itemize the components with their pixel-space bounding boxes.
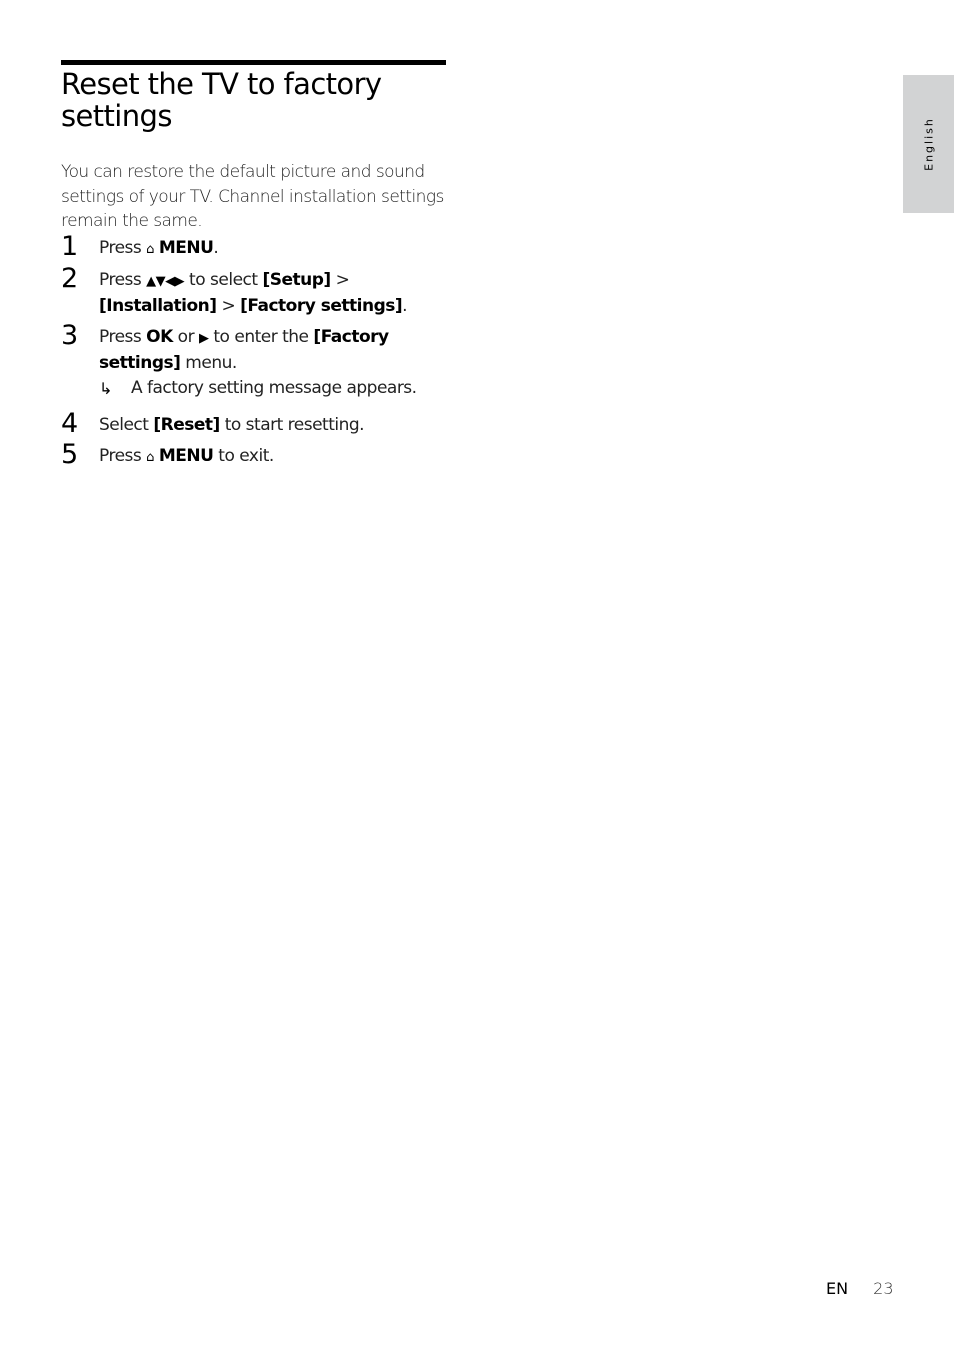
step-2: 2 Press ▲▼◀▶ to select [Setup] > [Instal… bbox=[61, 264, 451, 319]
result-text: A factory setting message appears. bbox=[131, 378, 417, 398]
step-4: 4 Select [Reset] to start resetting. bbox=[61, 409, 451, 439]
language-side-tab: English bbox=[903, 75, 954, 213]
language-tab-label: English bbox=[922, 117, 935, 171]
steps-list: 1 Press ⌂ MENU. 2 Press ▲▼◀▶ to select [… bbox=[61, 232, 451, 476]
step-text: Select bbox=[99, 415, 154, 435]
factory-settings-menu-label: [Factory settings] bbox=[240, 296, 403, 316]
reset-option-label: [Reset] bbox=[153, 415, 220, 435]
page-footer: EN 23 bbox=[826, 1279, 894, 1298]
step-number: 4 bbox=[61, 408, 79, 439]
menu-key: MENU bbox=[158, 446, 214, 466]
step-text: Press bbox=[99, 327, 147, 347]
step-number: 1 bbox=[61, 231, 79, 262]
step-text: to select bbox=[184, 270, 263, 290]
step-5: 5 Press ⌂ MENU to exit. bbox=[61, 440, 451, 470]
footer-language-code: EN bbox=[826, 1279, 849, 1298]
step-text: to start resetting. bbox=[219, 415, 365, 435]
step-text: to enter the bbox=[208, 327, 314, 347]
step-text: Press bbox=[99, 270, 147, 290]
step-text: Press bbox=[99, 446, 147, 466]
navigation-arrows-icon: ▲▼◀▶ bbox=[146, 274, 185, 289]
menu-key: MENU bbox=[158, 238, 214, 258]
step-text: . bbox=[402, 296, 408, 316]
page-number: 23 bbox=[873, 1279, 894, 1298]
ok-key: OK bbox=[146, 327, 173, 347]
step-number: 5 bbox=[61, 439, 79, 470]
section-top-rule bbox=[61, 60, 446, 65]
home-icon: ⌂ bbox=[146, 450, 154, 465]
step-result: ↳ A factory setting message appears. bbox=[99, 376, 451, 401]
setup-menu-label: [Setup] bbox=[262, 270, 331, 290]
step-text: > bbox=[330, 270, 350, 290]
step-text: . bbox=[213, 238, 219, 258]
step-number: 3 bbox=[61, 320, 79, 351]
intro-paragraph: You can restore the default picture and … bbox=[61, 162, 444, 231]
step-text: to exit. bbox=[213, 446, 274, 466]
result-arrow-icon: ↳ bbox=[99, 379, 112, 398]
step-1: 1 Press ⌂ MENU. bbox=[61, 232, 451, 262]
step-3: 3 Press OK or ▶ to enter the [Factory se… bbox=[61, 321, 451, 401]
step-text: > bbox=[216, 296, 241, 316]
step-number: 2 bbox=[61, 263, 79, 294]
step-text: menu. bbox=[180, 353, 237, 373]
installation-menu-label: [Installation] bbox=[99, 296, 217, 316]
page-title: Reset the TV to factory settings bbox=[61, 67, 382, 133]
step-text: or bbox=[172, 327, 199, 347]
step-text: Press bbox=[99, 238, 147, 258]
home-icon: ⌂ bbox=[146, 242, 154, 257]
